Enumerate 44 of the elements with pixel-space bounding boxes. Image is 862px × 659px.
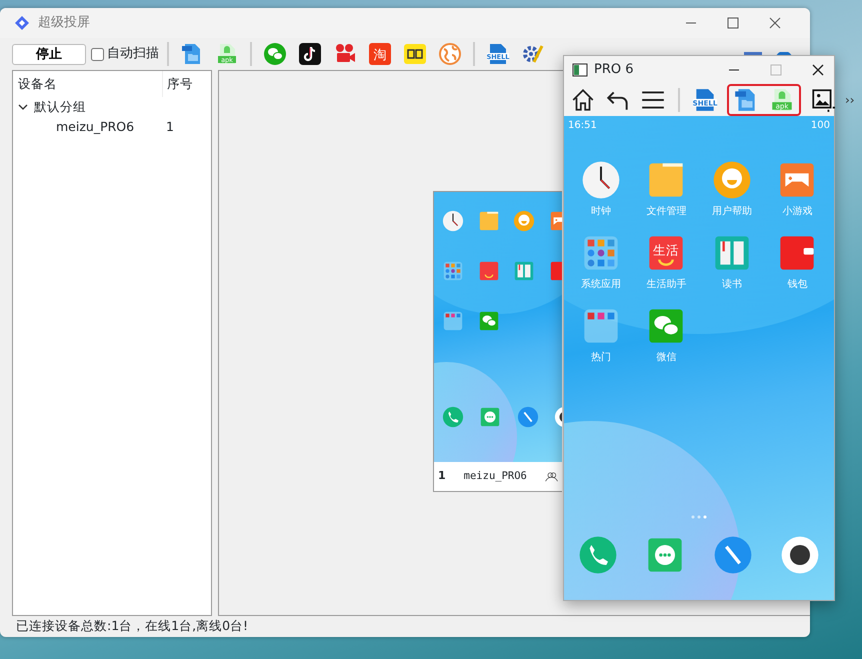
app-label: 生活助手 [646, 278, 686, 292]
app-label: 微信 [656, 351, 676, 365]
status-text: 已连接设备总数:1台，在线1台,离线0台! [16, 617, 248, 636]
window-app-icon [572, 63, 588, 77]
app-label: 用户帮助 [712, 204, 752, 219]
app-label: 文件管理 [646, 204, 686, 219]
device-name: meizu_PRO6 [464, 468, 527, 484]
auto-scan-checkbox[interactable] [91, 48, 104, 60]
app-label: 热门 [590, 350, 611, 365]
phone-time: 16:51 [568, 119, 597, 130]
app-label: 系统应用 [580, 278, 621, 292]
tree-group[interactable]: 默认分组 [34, 98, 86, 116]
app-logo-icon [14, 16, 30, 30]
page-dots-icon [691, 515, 707, 519]
app-label: 读书 [722, 278, 742, 292]
shop-icon[interactable]: 淘 [368, 42, 392, 66]
maximize-icon[interactable] [727, 17, 739, 29]
home-icon[interactable] [570, 87, 596, 113]
auto-scan-label: 自动扫描 [107, 45, 159, 64]
camera-icon[interactable] [780, 535, 820, 575]
close-icon[interactable] [769, 17, 781, 29]
phone-icon[interactable] [578, 535, 618, 575]
compass-icon[interactable] [712, 535, 753, 575]
wechat-icon[interactable] [263, 42, 287, 66]
more-button[interactable]: ›› [845, 91, 855, 109]
picture-crop-icon[interactable] [810, 87, 836, 113]
battery-level: 100 [810, 119, 830, 130]
window-title: PRO 6 [594, 61, 634, 80]
chevron-icon[interactable] [18, 103, 28, 111]
app-label: 钱包 [787, 278, 808, 292]
window-title: 超级投屏 [38, 14, 90, 32]
maximize-icon [770, 64, 782, 76]
app-label: 小游戏 [782, 204, 812, 219]
column-header[interactable]: 设备名 [18, 74, 57, 94]
stop-button[interactable]: 停止 [12, 44, 86, 64]
column-header[interactable]: 序号 [167, 76, 193, 91]
device-index: 1 [438, 468, 446, 484]
globe-icon[interactable] [438, 42, 462, 66]
app-label: 时钟 [590, 204, 611, 219]
close-icon[interactable] [812, 64, 824, 76]
music-note-icon[interactable] [298, 42, 322, 66]
device-index: 1 [165, 118, 174, 136]
clock-icon[interactable] [580, 160, 621, 200]
device-name[interactable]: meizu_PRO6 [13, 118, 163, 136]
